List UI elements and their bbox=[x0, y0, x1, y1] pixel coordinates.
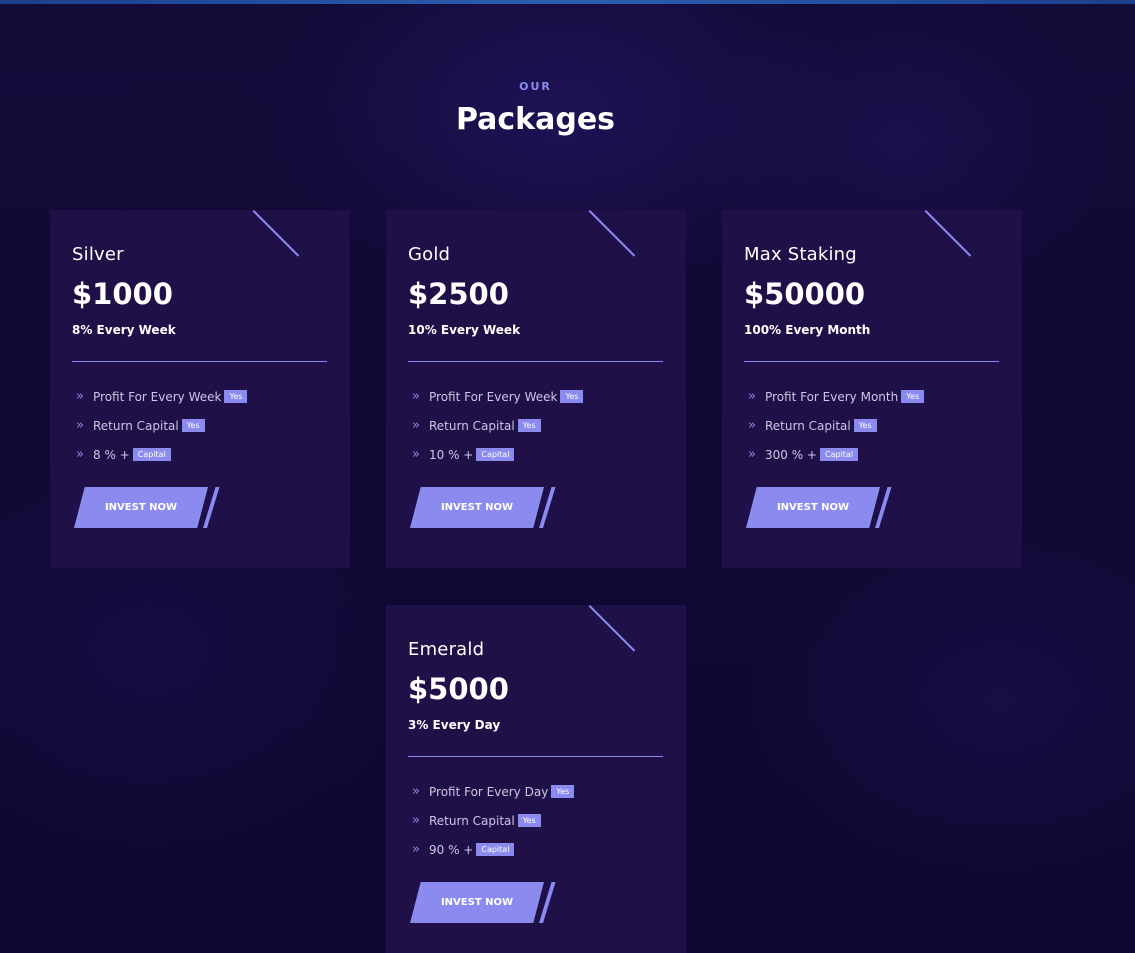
feature-badge: Yes bbox=[853, 418, 877, 433]
feature-item: » Return Capital Yes bbox=[72, 411, 328, 440]
feature-list: » Profit For Every Week Yes » Return Cap… bbox=[408, 382, 664, 469]
feature-badge: Yes bbox=[517, 418, 541, 433]
double-chevron-right-icon: » bbox=[412, 842, 420, 857]
package-rate: 100% Every Month bbox=[744, 323, 999, 362]
feature-list: » Profit For Every Week Yes » Return Cap… bbox=[72, 382, 328, 469]
package-card-emerald: Emerald $5000 3% Every Day » Profit For … bbox=[386, 605, 686, 953]
package-price: $2500 bbox=[408, 277, 509, 311]
feature-badge: Capital bbox=[820, 447, 859, 462]
feature-item: » 10 % + Capital bbox=[408, 440, 664, 469]
double-chevron-right-icon: » bbox=[412, 784, 420, 799]
double-chevron-right-icon: » bbox=[748, 447, 756, 462]
package-card-gold: Gold $2500 10% Every Week » Profit For E… bbox=[386, 210, 686, 568]
feature-badge: Yes bbox=[551, 784, 575, 799]
invest-now-button[interactable]: INVEST NOW bbox=[410, 487, 544, 528]
feature-text: Return Capital bbox=[93, 418, 179, 433]
feature-badge: Yes bbox=[517, 813, 541, 828]
feature-text: Profit For Every Day bbox=[429, 784, 549, 799]
package-rate: 8% Every Week bbox=[72, 323, 327, 362]
feature-badge: Yes bbox=[224, 389, 248, 404]
double-chevron-right-icon: » bbox=[76, 418, 84, 433]
top-accent-bar bbox=[0, 0, 1135, 4]
invest-now-button[interactable]: INVEST NOW bbox=[410, 882, 544, 923]
package-rate: 3% Every Day bbox=[408, 718, 663, 757]
feature-badge: Capital bbox=[476, 447, 515, 462]
double-chevron-right-icon: » bbox=[412, 813, 420, 828]
invest-button-wrap: INVEST NOW bbox=[408, 882, 558, 923]
package-card-silver: Silver $1000 8% Every Week » Profit For … bbox=[50, 210, 350, 568]
double-chevron-right-icon: » bbox=[748, 389, 756, 404]
feature-item: » 300 % + Capital bbox=[744, 440, 1000, 469]
feature-text: Profit For Every Week bbox=[93, 389, 222, 404]
feature-item: » Return Capital Yes bbox=[408, 806, 664, 835]
feature-text: 300 % + bbox=[765, 447, 817, 462]
feature-text: Profit For Every Week bbox=[429, 389, 558, 404]
feature-list: » Profit For Every Month Yes » Return Ca… bbox=[744, 382, 1000, 469]
feature-item: » 90 % + Capital bbox=[408, 835, 664, 864]
feature-item: » Profit For Every Week Yes bbox=[72, 382, 328, 411]
feature-badge: Capital bbox=[132, 447, 171, 462]
double-chevron-right-icon: » bbox=[76, 389, 84, 404]
feature-item: » Profit For Every Month Yes bbox=[744, 382, 1000, 411]
package-rate: 10% Every Week bbox=[408, 323, 663, 362]
package-card-max-staking: Max Staking $50000 100% Every Month » Pr… bbox=[722, 210, 1022, 568]
double-chevron-right-icon: » bbox=[412, 447, 420, 462]
feature-item: » Profit For Every Week Yes bbox=[408, 382, 664, 411]
feature-item: » Profit For Every Day Yes bbox=[408, 777, 664, 806]
feature-text: 8 % + bbox=[93, 447, 130, 462]
feature-text: Return Capital bbox=[429, 418, 515, 433]
packages-section: OUR Packages Silver $1000 8% Every Week … bbox=[0, 0, 1135, 953]
feature-badge: Yes bbox=[901, 389, 925, 404]
package-price: $1000 bbox=[72, 277, 173, 311]
feature-badge: Yes bbox=[181, 418, 205, 433]
feature-item: » 8 % + Capital bbox=[72, 440, 328, 469]
feature-item: » Return Capital Yes bbox=[744, 411, 1000, 440]
feature-text: Return Capital bbox=[429, 813, 515, 828]
invest-button-wrap: INVEST NOW bbox=[72, 487, 222, 528]
feature-text: Profit For Every Month bbox=[765, 389, 899, 404]
feature-badge: Capital bbox=[476, 842, 515, 857]
double-chevron-right-icon: » bbox=[76, 447, 84, 462]
invest-now-button[interactable]: INVEST NOW bbox=[74, 487, 208, 528]
feature-text: 10 % + bbox=[429, 447, 474, 462]
double-chevron-right-icon: » bbox=[748, 418, 756, 433]
section-heading: OUR Packages bbox=[0, 80, 1071, 137]
feature-text: Return Capital bbox=[765, 418, 851, 433]
package-price: $50000 bbox=[744, 277, 866, 311]
feature-list: » Profit For Every Day Yes » Return Capi… bbox=[408, 777, 664, 864]
invest-button-wrap: INVEST NOW bbox=[408, 487, 558, 528]
package-price: $5000 bbox=[408, 672, 509, 706]
feature-badge: Yes bbox=[560, 389, 584, 404]
section-title: Packages bbox=[455, 102, 616, 137]
feature-text: 90 % + bbox=[429, 842, 474, 857]
section-eyebrow: OUR bbox=[519, 80, 552, 93]
feature-item: » Return Capital Yes bbox=[408, 411, 664, 440]
invest-button-wrap: INVEST NOW bbox=[744, 487, 894, 528]
double-chevron-right-icon: » bbox=[412, 389, 420, 404]
invest-now-button[interactable]: INVEST NOW bbox=[746, 487, 880, 528]
double-chevron-right-icon: » bbox=[412, 418, 420, 433]
